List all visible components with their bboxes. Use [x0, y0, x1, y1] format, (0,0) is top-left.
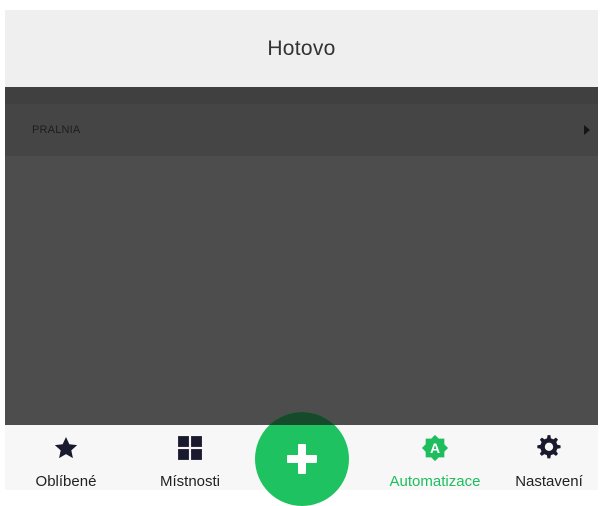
svg-text:A: A — [430, 440, 440, 456]
chevron-right-icon — [584, 125, 590, 135]
plus-icon — [287, 444, 317, 474]
dimmed-overlay[interactable]: PRALNIA — [5, 87, 598, 425]
automation-badge-icon: A — [421, 434, 449, 462]
page-title[interactable]: Hotovo — [267, 37, 335, 61]
nav-label-settings: Nastavení — [515, 473, 583, 490]
add-button[interactable] — [255, 412, 349, 506]
nav-item-automation[interactable]: A Automatizace — [370, 425, 500, 490]
grid-icon — [176, 434, 204, 462]
list-item[interactable]: PRALNIA — [5, 104, 598, 156]
nav-label-automation: Automatizace — [389, 473, 481, 490]
top-margin — [0, 0, 603, 10]
nav-item-favorites[interactable]: Oblíbené — [5, 425, 127, 490]
nav-item-settings[interactable]: Nastavení — [500, 425, 598, 490]
nav-label-rooms: Místnosti — [159, 473, 220, 490]
list-item-label: PRALNIA — [32, 124, 81, 136]
nav-item-rooms[interactable]: Místnosti — [127, 425, 253, 490]
gear-icon — [535, 434, 563, 462]
overlay-spacer — [5, 87, 598, 104]
star-icon — [52, 434, 80, 462]
header-bar: Hotovo — [5, 10, 598, 87]
nav-label-favorites: Oblíbené — [35, 473, 97, 490]
